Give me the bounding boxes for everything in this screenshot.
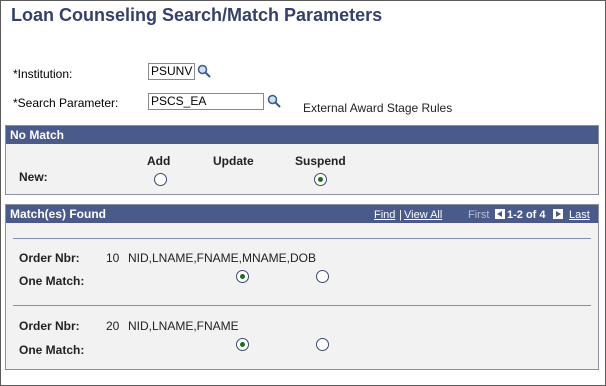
column-update: Update (213, 154, 254, 168)
view-all-link[interactable]: View All (404, 209, 442, 221)
search-parameter-description: External Award Stage Rules (303, 101, 453, 115)
order-nbr-label: Order Nbr: (19, 251, 80, 265)
search-parameter-input[interactable]: PSCS_EA (148, 93, 264, 110)
new-add-radio[interactable] (154, 173, 167, 186)
row-range: 1-2 of 4 (507, 209, 546, 221)
new-row-label: New: (19, 170, 48, 184)
no-match-header: No Match (6, 126, 598, 144)
order-nbr-value: 10 (106, 251, 120, 265)
institution-input[interactable]: PSUNV (148, 63, 195, 80)
page-title: Loan Counseling Search/Match Parameters (11, 5, 383, 25)
one-match-label: One Match: (19, 274, 85, 288)
one-match-option-1-radio[interactable] (236, 270, 249, 283)
institution-lookup-icon[interactable] (197, 64, 211, 78)
one-match-option-1-radio[interactable] (236, 338, 249, 351)
column-add: Add (147, 154, 171, 168)
matches-found-section: Match(es) Found Find | View All First 1-… (5, 204, 599, 370)
nav-separator: | (399, 209, 402, 221)
one-match-option-2-radio[interactable] (316, 338, 329, 351)
matches-found-title: Match(es) Found (10, 207, 106, 221)
last-link[interactable]: Last (569, 209, 590, 221)
match-fields: NID,LNAME,FNAME,MNAME,DOB (128, 251, 317, 265)
next-arrow-icon[interactable] (553, 209, 563, 219)
row-separator (13, 238, 591, 239)
first-label: First (468, 209, 490, 221)
previous-arrow-icon[interactable] (495, 209, 505, 219)
column-suspend: Suspend (295, 154, 346, 168)
one-match-label: One Match: (19, 343, 85, 357)
institution-label: *Institution: (13, 67, 73, 81)
order-nbr-value: 20 (106, 319, 120, 333)
search-parameter-lookup-icon[interactable] (267, 94, 281, 108)
row-separator (13, 305, 591, 306)
order-nbr-label: Order Nbr: (19, 319, 80, 333)
match-fields: NID,LNAME,FNAME (128, 319, 239, 333)
one-match-option-2-radio[interactable] (316, 270, 329, 283)
search-parameter-label: *Search Parameter: (13, 96, 119, 110)
new-suspend-radio[interactable] (314, 173, 327, 186)
no-match-section: No Match Add Update Suspend New: (5, 125, 599, 195)
find-link[interactable]: Find (374, 209, 395, 221)
